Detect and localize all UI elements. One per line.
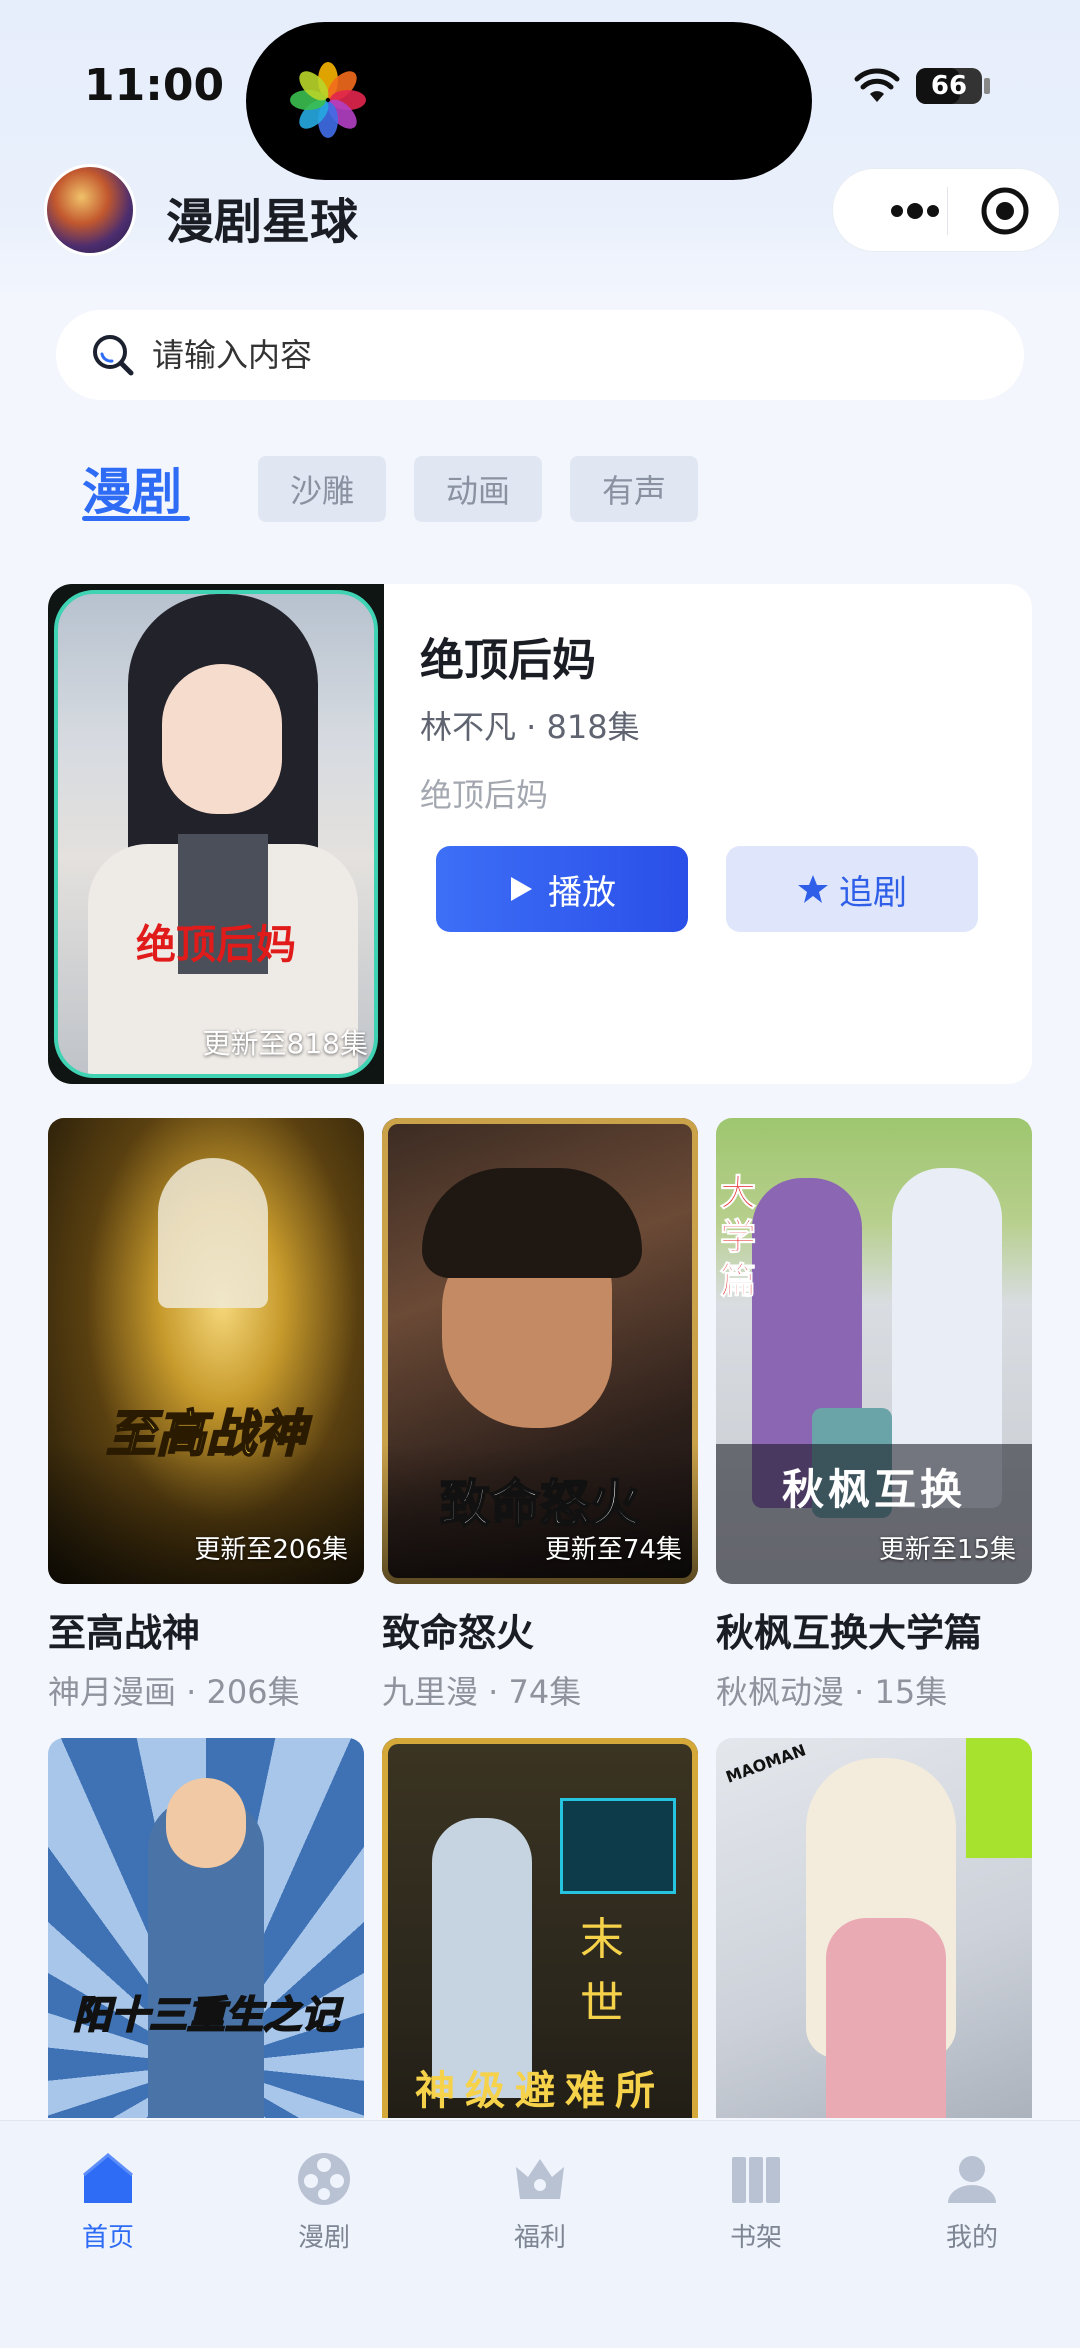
nav-label: 我的 <box>945 2223 998 2253</box>
follow-button-label: 追剧 <box>839 872 907 913</box>
featured-meta: 林不凡 · 818集 <box>420 708 640 746</box>
drama-meta: 神月漫画 · 206集 <box>48 1673 300 1711</box>
nav-label: 福利 <box>513 2223 566 2253</box>
nav-label: 漫剧 <box>297 2223 350 2253</box>
more-options-icon[interactable] <box>863 195 963 227</box>
cover-side-text: 末世 <box>580 1914 624 2029</box>
profile-icon <box>948 2156 996 2203</box>
search-input[interactable] <box>152 328 972 382</box>
drama-card[interactable]: 至高战神 更新至206集 至高战神 神月漫画 · 206集 <box>48 1118 364 1713</box>
nav-label: 首页 <box>81 2223 134 2253</box>
tab-active-indicator <box>82 516 190 521</box>
nav-label: 书架 <box>729 2223 782 2253</box>
cover-side-text: 大学篇 <box>720 1173 757 1303</box>
cover-character-sweater <box>826 1918 946 2118</box>
tab-donghua[interactable]: 动画 <box>414 456 542 522</box>
app-title: 漫剧星球 <box>166 194 359 250</box>
cover-figure-face <box>162 664 282 814</box>
film-reel-icon <box>298 2153 350 2205</box>
play-icon <box>511 877 532 901</box>
cover-screen <box>560 1798 676 1894</box>
star-icon <box>798 875 828 903</box>
play-button[interactable]: 播放 <box>436 846 688 932</box>
drama-cover[interactable]: 致命怒火 更新至74集 <box>382 1118 698 1584</box>
featured-cover-title: 绝顶后妈 <box>136 922 296 968</box>
nav-item-fuli[interactable]: 福利 <box>470 2149 610 2254</box>
cover-title: 至高战神 <box>105 1404 307 1464</box>
photos-app-icon <box>290 62 366 138</box>
bookshelf-icon <box>732 2157 780 2203</box>
drama-cover[interactable]: 阳十三重生之记 <box>48 1738 364 2118</box>
featured-drama-card[interactable]: 绝顶后妈 更新至818集 绝顶后妈 林不凡 · 818集 绝顶后妈 播放 追剧 <box>48 584 1032 1084</box>
status-time: 11:00 <box>84 60 225 111</box>
dynamic-island <box>246 22 812 180</box>
app-avatar[interactable] <box>44 164 136 256</box>
featured-title: 绝顶后妈 <box>420 635 596 686</box>
home-icon <box>83 2153 133 2203</box>
nav-item-manju[interactable]: 漫剧 <box>254 2149 394 2254</box>
cover-update: 更新至206集 <box>194 1535 348 1565</box>
close-mini-program-icon[interactable] <box>979 185 1031 237</box>
capsule-divider <box>947 187 948 235</box>
featured-description: 绝顶后妈 <box>420 776 549 814</box>
bottom-navigation: 首页 漫剧 福利 书架 我的 <box>0 2120 1080 2348</box>
cover-character <box>432 1818 532 2098</box>
cover-title: 阳十三重生之记 <box>72 1992 340 2038</box>
drama-card[interactable]: 大学篇 秋枫互换 更新至15集 秋枫互换大学篇 秋枫动漫 · 15集 <box>716 1118 1032 1713</box>
battery-indicator: 66 <box>916 68 982 104</box>
mini-program-capsule <box>832 168 1060 252</box>
nav-item-home[interactable]: 首页 <box>38 2149 178 2254</box>
drama-meta: 九里漫 · 74集 <box>382 1673 582 1711</box>
search-icon <box>93 335 134 376</box>
play-button-label: 播放 <box>548 872 616 913</box>
crown-icon <box>516 2159 564 2199</box>
tab-manju[interactable]: 漫剧 <box>82 452 182 524</box>
cover-character-head <box>166 1778 246 1868</box>
cover-accent-stripe <box>966 1738 1032 1858</box>
cover-update: 更新至15集 <box>878 1535 1016 1565</box>
drama-title: 至高战神 <box>48 1611 201 1655</box>
nav-item-bookshelf[interactable]: 书架 <box>686 2149 826 2254</box>
cover-update: 更新至74集 <box>544 1535 682 1565</box>
search-bar[interactable] <box>56 310 1024 400</box>
cover-character-hair <box>422 1168 642 1278</box>
cover-title: 致命怒火 <box>439 1474 641 1534</box>
featured-cover-update: 更新至818集 <box>202 1027 368 1060</box>
tab-shadiao[interactable]: 沙雕 <box>258 456 386 522</box>
drama-meta: 秋枫动漫 · 15集 <box>716 1673 948 1711</box>
battery-level: 66 <box>930 71 968 101</box>
cover-title: 秋枫互换 <box>781 1465 966 1514</box>
battery-cap <box>984 78 990 94</box>
drama-cover[interactable]: 末世 神级避难所 <box>382 1738 698 2118</box>
drama-cover[interactable]: MAOMAN <box>716 1738 1032 2118</box>
drama-title: 秋枫互换大学篇 <box>716 1611 983 1655</box>
nav-item-profile[interactable]: 我的 <box>902 2149 1042 2254</box>
featured-cover-art <box>54 590 378 1078</box>
tab-yousheng[interactable]: 有声 <box>570 456 698 522</box>
wifi-icon <box>854 68 900 102</box>
drama-cover[interactable]: 至高战神 更新至206集 <box>48 1118 364 1584</box>
drama-cover[interactable]: 大学篇 秋枫互换 更新至15集 <box>716 1118 1032 1584</box>
drama-title: 致命怒火 <box>382 1611 535 1655</box>
follow-button[interactable]: 追剧 <box>726 846 978 932</box>
featured-cover[interactable]: 绝顶后妈 更新至818集 <box>48 584 384 1084</box>
drama-card[interactable]: 致命怒火 更新至74集 致命怒火 九里漫 · 74集 <box>382 1118 698 1713</box>
cover-hooded-figure <box>158 1158 268 1308</box>
cover-title: 神级避难所 <box>415 2068 665 2114</box>
